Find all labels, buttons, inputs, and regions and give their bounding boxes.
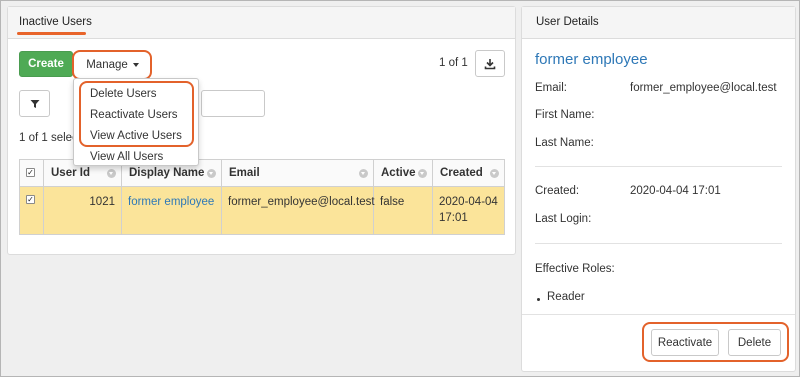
created-time-value: 17:01 <box>439 212 468 224</box>
cell-user-id: 1021 <box>44 187 122 234</box>
cell-display-name: former employee <box>122 187 222 234</box>
cell-created: 2020-04-04 17:01 <box>433 187 504 234</box>
actions-highlight-outline <box>642 322 789 362</box>
user-display-name: former employee <box>535 51 648 68</box>
menu-item-view-all-users[interactable]: View All Users <box>90 151 163 163</box>
email-detail-value: former_employee@local.test <box>630 82 777 94</box>
create-button[interactable]: Create <box>19 51 73 77</box>
download-icon <box>484 58 496 69</box>
last-login-label: Last Login: <box>535 213 592 225</box>
section-divider <box>535 166 782 167</box>
column-label: User Id <box>51 167 90 179</box>
section-divider <box>535 243 782 244</box>
manage-highlight-outline <box>72 50 152 80</box>
first-name-label: First Name: <box>535 109 595 121</box>
filter-icon <box>30 99 39 108</box>
sort-indicator-icon <box>107 169 116 178</box>
users-table: ✓ User Id Display Name Email Active Crea… <box>19 159 505 235</box>
title-highlight-underline <box>17 32 86 35</box>
sort-indicator-icon <box>490 169 499 178</box>
email-value: former_employee@local.test <box>228 196 375 208</box>
table-row[interactable]: ✓ 1021 former employee former_employee@l… <box>20 187 504 234</box>
footer-divider <box>522 314 795 315</box>
column-label: Created <box>440 167 483 179</box>
export-button[interactable] <box>475 50 505 77</box>
bullet-icon <box>537 298 540 301</box>
pagination-status: 1 of 1 <box>439 57 468 69</box>
column-header-created[interactable]: Created <box>433 160 504 186</box>
created-date-value: 2020-04-04 <box>439 196 498 208</box>
sort-indicator-icon <box>359 169 368 178</box>
role-item: Reader <box>547 291 585 303</box>
row-checkbox[interactable]: ✓ <box>26 195 35 204</box>
column-header-active[interactable]: Active <box>374 160 433 186</box>
display-name-link[interactable]: former employee <box>128 194 214 210</box>
active-value: false <box>380 196 405 208</box>
selection-status: 1 of 1 selec <box>19 132 78 144</box>
header-select-cell: ✓ <box>20 160 44 186</box>
filter-button[interactable] <box>19 90 50 117</box>
search-input[interactable] <box>201 90 265 117</box>
user-id-value: 1021 <box>89 196 115 208</box>
column-label: Display Name <box>129 167 205 179</box>
column-label: Active <box>381 167 416 179</box>
inactive-users-header: Inactive Users <box>8 7 515 39</box>
row-select-cell: ✓ <box>20 187 44 234</box>
last-name-label: Last Name: <box>535 137 594 149</box>
select-all-checkbox[interactable]: ✓ <box>26 168 35 177</box>
column-header-email[interactable]: Email <box>222 160 374 186</box>
email-label: Email: <box>535 82 567 94</box>
created-label: Created: <box>535 185 580 197</box>
menu-highlight-outline <box>79 81 194 147</box>
sort-indicator-icon <box>418 169 427 178</box>
cell-email: former_employee@local.test <box>222 187 375 234</box>
user-details-title: User Details <box>536 16 599 28</box>
sort-indicator-icon <box>207 169 216 178</box>
cell-active: false <box>374 187 433 234</box>
effective-roles-label: Effective Roles: <box>535 263 615 275</box>
user-details-header: User Details <box>522 7 795 39</box>
inactive-users-title: Inactive Users <box>19 16 92 28</box>
column-label: Email <box>229 167 260 179</box>
user-details-panel: User Details former employee Email: form… <box>521 6 796 372</box>
created-detail-value: 2020-04-04 17:01 <box>630 185 721 197</box>
